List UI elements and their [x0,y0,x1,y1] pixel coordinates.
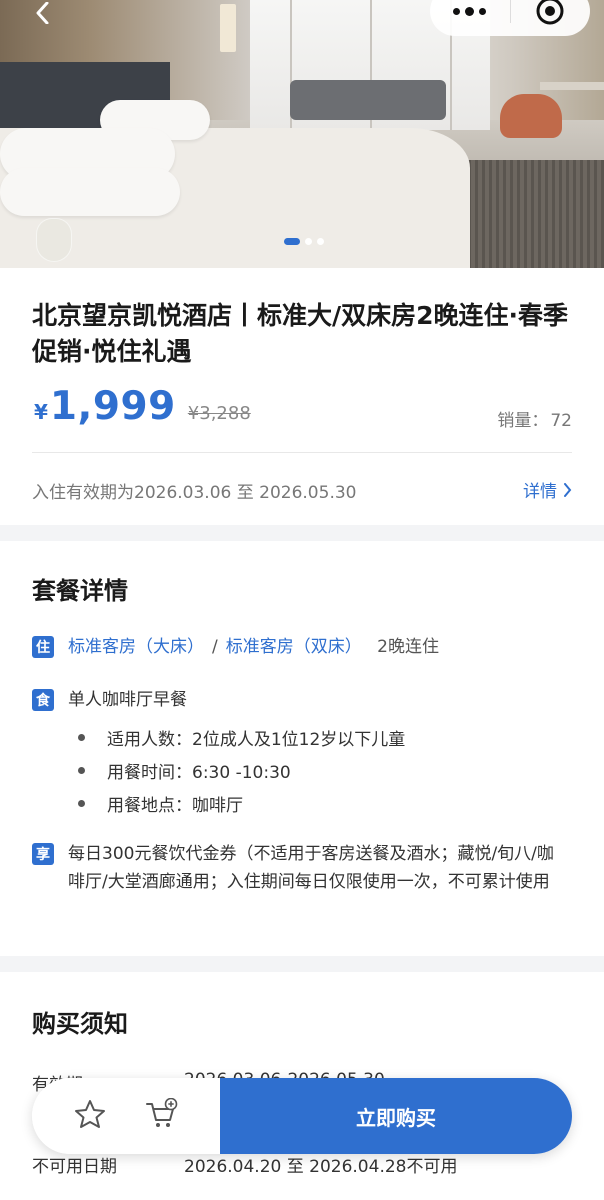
carousel-dot[interactable] [305,238,312,245]
list-item: 用餐地点：咖啡厅 [78,787,405,820]
favorite-star-icon[interactable] [74,1099,106,1133]
stay-tag: 住 [32,636,54,658]
note-key: 不可用日期 [32,1157,117,1177]
room-king-link[interactable]: 标准客房（大床） [68,637,204,657]
hero-pillow [0,168,180,216]
notes-section-title: 购买须知 [32,1010,128,1038]
details-link[interactable]: 详情 [523,477,572,502]
perk-tag: 享 [32,843,54,865]
divider [32,452,572,453]
details-link-label: 详情 [523,482,557,502]
price-row: ¥ 1,999 ¥3,288 [34,384,251,434]
package-details-section: 套餐详情 住 标准客房（大床） / 标准客房（双床） 2晚连住 食 单人咖啡厅早餐 … [0,541,604,956]
room-separator: / [212,637,218,657]
carousel-dot-active[interactable] [284,238,300,245]
sales-label: 销量： [497,411,549,431]
close-mini-program-icon[interactable] [511,0,591,36]
package-section-title: 套餐详情 [32,577,128,605]
product-info-card: 北京望京凯悦酒店丨标准大/双床房2晚连住·春季促销·悦住礼遇 ¥ 1,999 ¥… [0,268,604,525]
meal-name: 单人咖啡厅早餐 [68,690,187,710]
bottom-action-bar: 立即购买 [32,1078,572,1154]
room-twin-link[interactable]: 标准客房（双床） [226,637,362,657]
package-meal-row: 食 单人咖啡厅早餐 [32,686,187,714]
validity-period: 入住有效期为2026.03.06 至 2026.05.30 [32,483,357,503]
note-value: 2026.04.20 至 2026.04.28不可用 [184,1157,458,1177]
hero-desk [540,82,604,90]
currency-symbol: ¥ [34,400,48,424]
more-icon[interactable] [430,0,510,36]
product-title: 北京望京凯悦酒店丨标准大/双床房2晚连住·春季促销·悦住礼遇 [32,301,569,366]
add-to-cart-icon[interactable] [145,1097,179,1134]
back-icon[interactable] [28,0,58,28]
sales-count: 销量： 72 [495,406,572,431]
carousel-indicator [284,238,324,245]
package-perk-row: 享 每日300元餐饮代金券（不适用于客房送餐及酒水；藏悦/旬八/咖啡厅/大堂酒廊… [32,840,568,896]
note-row: 不可用日期 2026.04.20 至 2026.04.28不可用 [32,1152,457,1177]
bottom-icons [32,1078,220,1154]
list-item: 用餐时间：6:30 -10:30 [78,754,405,787]
mini-program-capsule [430,0,590,36]
meal-details-list: 适用人数：2位成人及1位12岁以下儿童 用餐时间：6:30 -10:30 用餐地… [78,721,405,820]
sales-value: 72 [550,411,572,431]
hero-carousel[interactable] [0,0,604,268]
package-stay-row: 住 标准客房（大床） / 标准客房（双床） 2晚连住 [32,633,439,661]
hero-sofa [290,80,446,120]
original-price: ¥3,288 [187,403,251,424]
carousel-dot[interactable] [317,238,324,245]
meal-tag: 食 [32,689,54,711]
current-price: 1,999 [49,384,176,429]
chevron-right-icon [564,482,572,497]
hero-vase [36,218,72,262]
list-item: 适用人数：2位成人及1位12岁以下儿童 [78,721,405,754]
hero-lamp [220,4,236,52]
perk-text: 每日300元餐饮代金券（不适用于客房送餐及酒水；藏悦/旬八/咖啡厅/大堂酒廊通用… [68,844,554,892]
buy-now-button[interactable]: 立即购买 [220,1078,572,1154]
stay-nights: 2晚连住 [377,637,439,657]
hero-chair [500,94,562,138]
